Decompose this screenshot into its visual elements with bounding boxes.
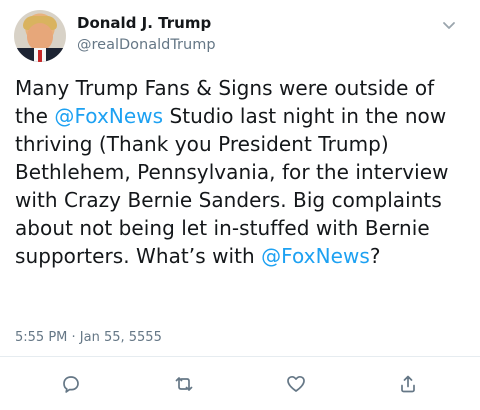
- chevron-down-icon[interactable]: [442, 16, 456, 29]
- tweet-timestamp[interactable]: 5:55 PM · Jan 55, 5555: [15, 330, 162, 345]
- share-icon[interactable]: [398, 374, 418, 394]
- tweet-text-part: Studio last night in the now thriving (T…: [15, 104, 449, 268]
- action-bar: [0, 374, 480, 394]
- divider: [0, 356, 480, 357]
- user-name[interactable]: Donald J. Trump: [77, 14, 211, 32]
- mention-link[interactable]: @FoxNews: [54, 104, 163, 128]
- reply-icon[interactable]: [61, 374, 81, 394]
- heart-icon[interactable]: [286, 374, 306, 394]
- tweet-card: Donald J. Trump @realDonaldTrump Many Tr…: [0, 0, 480, 410]
- tweet-text: Many Trump Fans & Signs were outside of …: [15, 74, 470, 270]
- avatar-tie: [38, 50, 42, 62]
- mention-link[interactable]: @FoxNews: [261, 244, 370, 268]
- tweet-text-part: ?: [369, 244, 381, 268]
- avatar-face: [27, 23, 53, 51]
- retweet-icon[interactable]: [174, 374, 194, 394]
- user-handle[interactable]: @realDonaldTrump: [77, 37, 216, 53]
- avatar[interactable]: [14, 10, 66, 62]
